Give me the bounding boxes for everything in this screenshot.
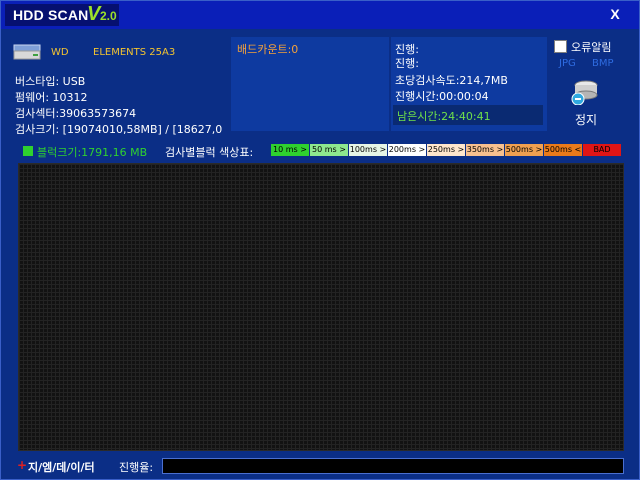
legend-swatch-8: BAD — [583, 144, 621, 156]
version-v: V — [87, 3, 101, 25]
app-title: HDD SCAN — [13, 7, 89, 23]
progress-label: 진행율: — [119, 461, 154, 474]
legend-swatch-4: 250ms > — [427, 144, 465, 156]
elapsed-time: 진행시간:00:00:04 — [395, 90, 489, 103]
stop-button[interactable]: 정지 — [575, 111, 597, 128]
scan-sectors: 검사섹터:39063573674 — [15, 107, 137, 120]
bad-count: 배드카운트:0 — [237, 43, 299, 56]
drive-model: ELEMENTS 25A3 — [93, 47, 176, 58]
scan-stats-panel: 진행: 진행: 초당검사속도:214,7MB 진행시간:00:00:04 남은시… — [391, 37, 547, 131]
legend-swatch-0: 10 ms > — [271, 144, 309, 156]
version-number: 2.0 — [100, 9, 117, 23]
color-legend: 10 ms >50 ms >100ms >200ms >250ms >350ms… — [271, 144, 622, 157]
bmp-option[interactable]: BMP — [592, 58, 614, 69]
legend-swatch-2: 100ms > — [349, 144, 387, 156]
title-bar[interactable]: HDD SCAN V 2.0 X — [1, 1, 639, 29]
drive-info-panel: WD ELEMENTS 25A3 버스타입: USB 펌웨어: 10312 검사… — [11, 35, 227, 136]
legend-swatch-7: 500ms < — [544, 144, 582, 156]
scan-size-clip: 검사크기: [19074010,58MB] / [18627,0 — [15, 121, 235, 137]
legend-swatch-5: 350ms > — [466, 144, 504, 156]
legend-swatch-3: 200ms > — [388, 144, 426, 156]
progress-line-2: 진행: — [395, 57, 419, 70]
drive-vendor: WD — [51, 47, 69, 58]
close-button[interactable]: X — [605, 6, 625, 24]
progress-bar — [162, 458, 624, 474]
remaining-time-box: 남은시간:24:40:41 — [393, 105, 543, 125]
legend-row: 블럭크기:1791,16 MB 검사별블럭 색상표: 10 ms >50 ms … — [1, 143, 640, 159]
firmware: 펌웨어: 10312 — [15, 91, 88, 104]
hdd-scan-window: HDD SCAN V 2.0 X WD ELEMENTS 25A3 버스타입: … — [0, 0, 640, 480]
bad-count-panel: 배드카운트:0 — [231, 37, 389, 131]
stop-disk-icon[interactable] — [571, 77, 601, 106]
error-alarm-checkbox[interactable] — [554, 40, 567, 53]
legend-title: 검사별블럭 색상표: — [165, 146, 254, 159]
remaining-time: 남은시간:24:40:41 — [397, 110, 491, 123]
error-alarm-label[interactable]: 오류알림 — [571, 39, 611, 55]
brand-plus-icon: + — [17, 458, 28, 472]
scan-size: 검사크기: [19074010,58MB] / [18627,0 — [15, 123, 223, 136]
bus-type: 버스타입: USB — [15, 75, 86, 88]
brand-name: 지/엠/데/이/터 — [28, 461, 95, 474]
hard-drive-icon — [13, 43, 41, 61]
scan-speed: 초당검사속도:214,7MB — [395, 74, 508, 87]
legend-swatch-1: 50 ms > — [310, 144, 348, 156]
block-size: 블럭크기:1791,16 MB — [37, 146, 148, 159]
footer: + 지/엠/데/이/터 진행율: — [1, 457, 640, 477]
block-size-square — [23, 146, 33, 156]
sector-map-grid — [18, 163, 624, 451]
legend-swatch-6: 500ms > — [505, 144, 543, 156]
jpg-option[interactable]: JPG — [559, 58, 576, 69]
